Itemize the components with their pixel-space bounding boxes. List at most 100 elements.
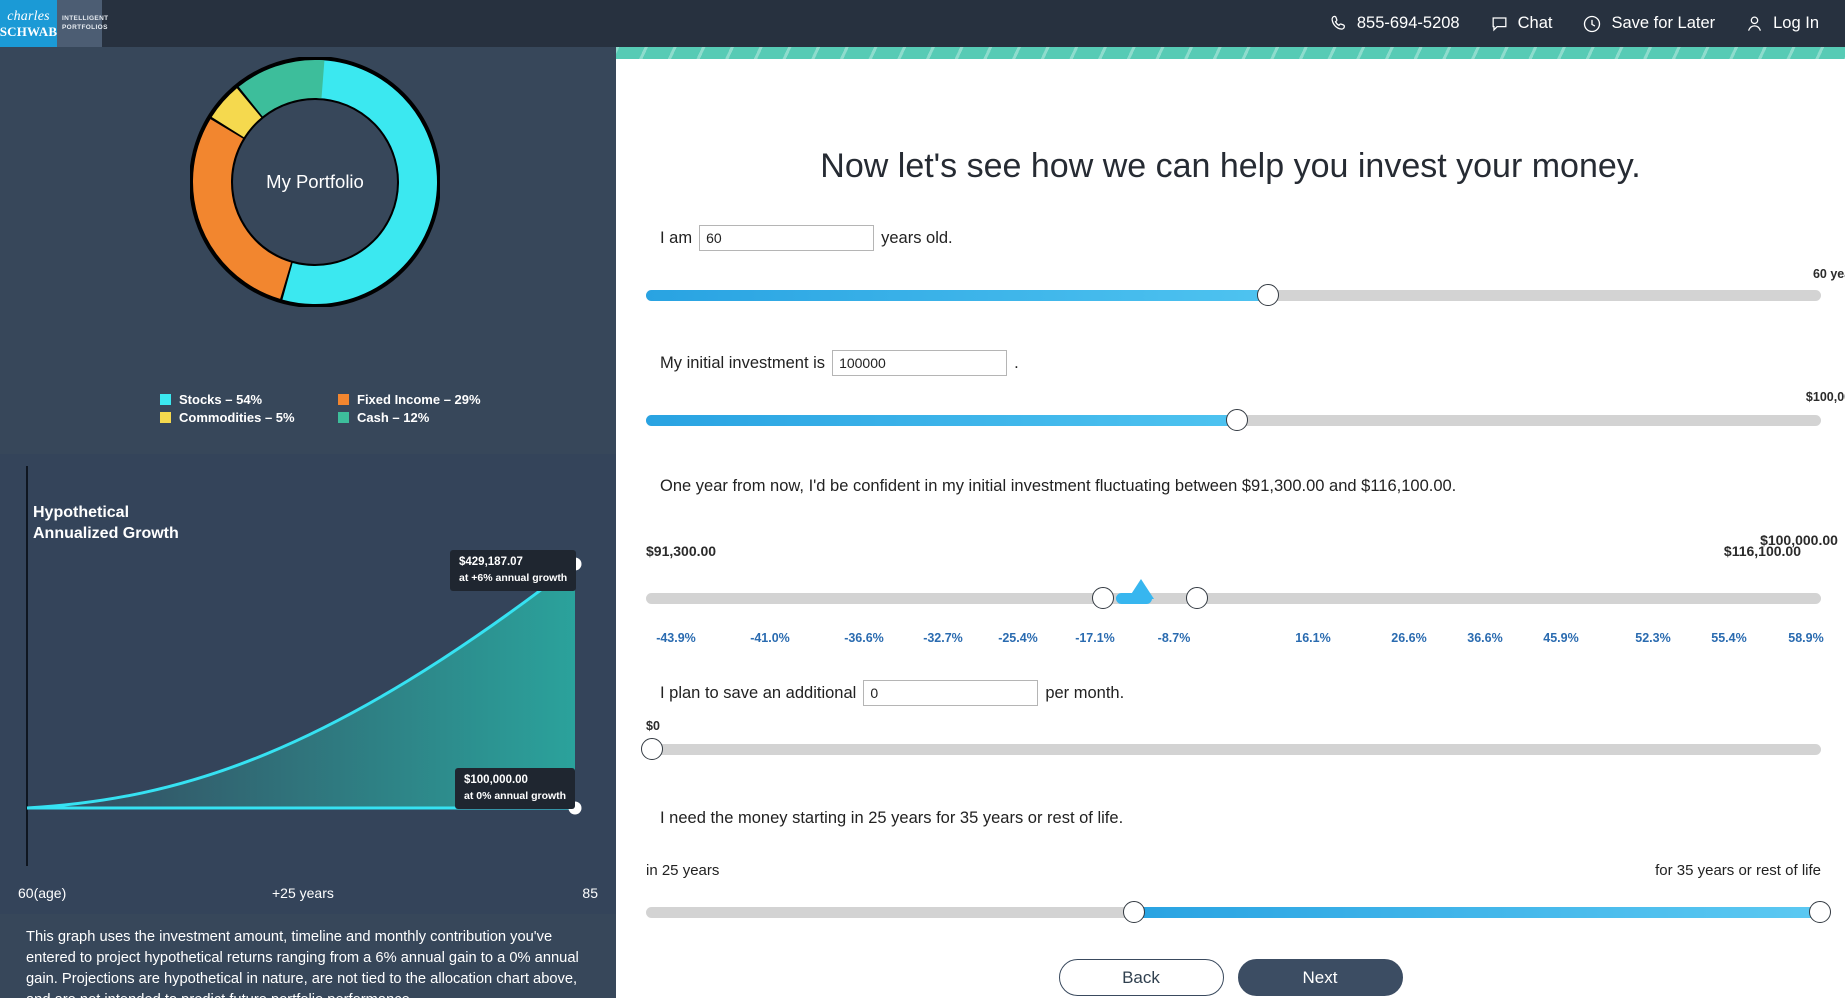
risk-tick-3: -32.7% bbox=[923, 631, 963, 645]
risk-tick-0: -43.9% bbox=[656, 631, 696, 645]
nav-save-for-later[interactable]: Save for Later bbox=[1582, 14, 1715, 34]
tooltip-high-note: at +6% annual growth bbox=[459, 571, 568, 584]
risk-tick-labels: -43.9% -41.0% -36.6% -32.7% -25.4% -17.1… bbox=[646, 631, 1824, 649]
risk-tick-9: 36.6% bbox=[1467, 631, 1503, 645]
age-prefix-label: I am bbox=[660, 228, 693, 247]
axis-label-middle: +25 years bbox=[272, 885, 334, 901]
legend-item-stocks: Stocks – 54% bbox=[160, 392, 310, 407]
app-root: charles SCHWAB INTELLIGENT PORTFOLIOS 85… bbox=[0, 0, 1845, 998]
horizon-slider-track[interactable] bbox=[646, 901, 1831, 923]
risk-slider-knob-low[interactable] bbox=[1092, 587, 1114, 609]
legend-swatch-cash bbox=[338, 412, 349, 423]
risk-tick-8: 26.6% bbox=[1391, 631, 1427, 645]
graph-title-line1: Hypothetical bbox=[33, 504, 130, 521]
monthly-slider-track[interactable] bbox=[641, 738, 1821, 760]
legend-swatch-stocks bbox=[160, 394, 171, 405]
legend-label-cash: Cash – 12% bbox=[357, 410, 430, 425]
legend-swatch-fixed-income bbox=[338, 394, 349, 405]
header-spacer bbox=[102, 0, 1329, 47]
investment-slider-knob[interactable] bbox=[1226, 409, 1248, 431]
monthly-prefix-label: I plan to save an additional bbox=[660, 683, 857, 702]
legend-label-fixed-income: Fixed Income – 29% bbox=[357, 392, 481, 407]
monthly-input[interactable] bbox=[863, 680, 1039, 706]
phone-icon bbox=[1329, 14, 1348, 33]
risk-slider-track[interactable] bbox=[646, 579, 1821, 609]
legend-item-fixed-income: Fixed Income – 29% bbox=[338, 392, 481, 407]
nav-chat[interactable]: Chat bbox=[1490, 14, 1553, 33]
investment-prefix-label: My initial investment is bbox=[660, 353, 826, 372]
nav-chat-label: Chat bbox=[1517, 14, 1553, 32]
horizon-right-label: for 35 years or rest of life bbox=[1655, 862, 1821, 879]
monthly-slider-caption: $0 bbox=[646, 719, 660, 733]
risk-slider-knob-high[interactable] bbox=[1186, 587, 1208, 609]
tooltip-low-growth: $100,000.00 at 0% annual growth bbox=[455, 768, 576, 809]
risk-slider-fill bbox=[1116, 593, 1152, 604]
risk-range-center-label: $100,000.00 bbox=[1760, 532, 1838, 548]
graph-title: Hypothetical Annualized Growth bbox=[33, 503, 179, 545]
risk-tick-11: 52.3% bbox=[1635, 631, 1671, 645]
badge-line-2: PORTFOLIOS bbox=[62, 23, 108, 31]
age-input[interactable] bbox=[699, 225, 875, 251]
legend-label-commodities: Commodities – 5% bbox=[179, 410, 295, 425]
header-nav: 855-694-5208 Chat Save for Later Log In bbox=[1329, 0, 1845, 47]
axis-label-start: 60(age) bbox=[18, 885, 67, 901]
top-header: charles SCHWAB INTELLIGENT PORTFOLIOS 85… bbox=[0, 0, 1845, 47]
investment-slider-track[interactable] bbox=[646, 409, 1821, 431]
risk-tick-13: 58.9% bbox=[1788, 631, 1824, 645]
back-button[interactable]: Back bbox=[1058, 959, 1224, 996]
logo-charles-text: charles bbox=[7, 8, 50, 24]
horizon-slider-knob-end[interactable] bbox=[1809, 901, 1831, 923]
risk-tick-6: -8.7% bbox=[1157, 631, 1191, 645]
nav-save-label: Save for Later bbox=[1611, 14, 1716, 32]
age-slider-knob[interactable] bbox=[1257, 284, 1279, 306]
axis-label-end: 85 bbox=[582, 885, 598, 901]
risk-tick-5: -17.1% bbox=[1075, 631, 1115, 645]
tooltip-low-value: $100,000.00 bbox=[464, 774, 528, 786]
investment-suffix-label: . bbox=[1014, 353, 1019, 372]
monthly-suffix-label: per month. bbox=[1045, 683, 1125, 702]
age-slider-fill bbox=[646, 290, 1268, 301]
left-sidebar: My Portfolio Stocks – 54% Fixed Income –… bbox=[0, 47, 616, 998]
age-slider-caption: 60 years bbox=[1812, 267, 1845, 281]
decorative-stripe bbox=[616, 47, 1845, 59]
page-title: Now let's see how we can help you invest… bbox=[820, 147, 1641, 185]
investment-input[interactable] bbox=[832, 350, 1008, 376]
next-button[interactable]: Next bbox=[1237, 959, 1403, 996]
nav-phone[interactable]: 855-694-5208 bbox=[1329, 14, 1460, 33]
risk-range-low-label: $91,300.00 bbox=[646, 543, 717, 559]
action-buttons: Back Next bbox=[616, 959, 1845, 996]
horizon-sentence: I need the money starting in 25 years fo… bbox=[660, 809, 1124, 827]
schwab-logo[interactable]: charles SCHWAB bbox=[0, 0, 57, 47]
graph-axis-labels: 60(age) +25 years 85 bbox=[0, 885, 616, 907]
risk-tick-10: 45.9% bbox=[1543, 631, 1579, 645]
nav-log-in[interactable]: Log In bbox=[1745, 14, 1819, 33]
horizon-slider-knob-start[interactable] bbox=[1123, 901, 1145, 923]
age-question-row: I am years old. bbox=[660, 225, 953, 251]
legend-item-cash: Cash – 12% bbox=[338, 410, 481, 425]
monthly-question-row: I plan to save an additional per month. bbox=[660, 680, 1124, 706]
investment-slider-caption: $100,000 bbox=[1805, 390, 1845, 404]
logo-schwab-text: SCHWAB bbox=[0, 23, 58, 39]
intelligent-portfolios-badge: INTELLIGENT PORTFOLIOS bbox=[57, 0, 108, 47]
graph-title-line2: Annualized Growth bbox=[33, 524, 179, 542]
legend-label-stocks: Stocks – 54% bbox=[179, 392, 263, 407]
portfolio-allocation-chart: My Portfolio Stocks – 54% Fixed Income –… bbox=[0, 47, 616, 425]
monthly-slider-knob[interactable] bbox=[641, 738, 663, 760]
user-icon bbox=[1745, 14, 1764, 33]
donut-center-label: My Portfolio bbox=[266, 171, 364, 192]
risk-tick-7: 16.1% bbox=[1295, 631, 1331, 645]
graph-disclaimer: This graph uses the investment amount, t… bbox=[26, 929, 579, 998]
risk-sentence: One year from now, I'd be confident in m… bbox=[660, 477, 1457, 495]
age-slider-track[interactable] bbox=[646, 284, 1821, 306]
risk-tick-1: -41.0% bbox=[750, 631, 790, 645]
risk-tick-4: -25.4% bbox=[998, 631, 1038, 645]
legend-swatch-commodities bbox=[160, 412, 171, 423]
horizon-left-label: in 25 years bbox=[646, 862, 720, 879]
investment-slider-fill bbox=[646, 415, 1236, 426]
age-suffix-label: years old. bbox=[881, 228, 953, 247]
investment-question-row: My initial investment is . bbox=[660, 350, 1019, 376]
growth-graph-card: Hypothetical Annualized Growth bbox=[0, 454, 616, 914]
main-content: Now let's see how we can help you invest… bbox=[616, 47, 1845, 998]
clock-icon bbox=[1582, 14, 1602, 34]
nav-login-label: Log In bbox=[1773, 14, 1819, 32]
